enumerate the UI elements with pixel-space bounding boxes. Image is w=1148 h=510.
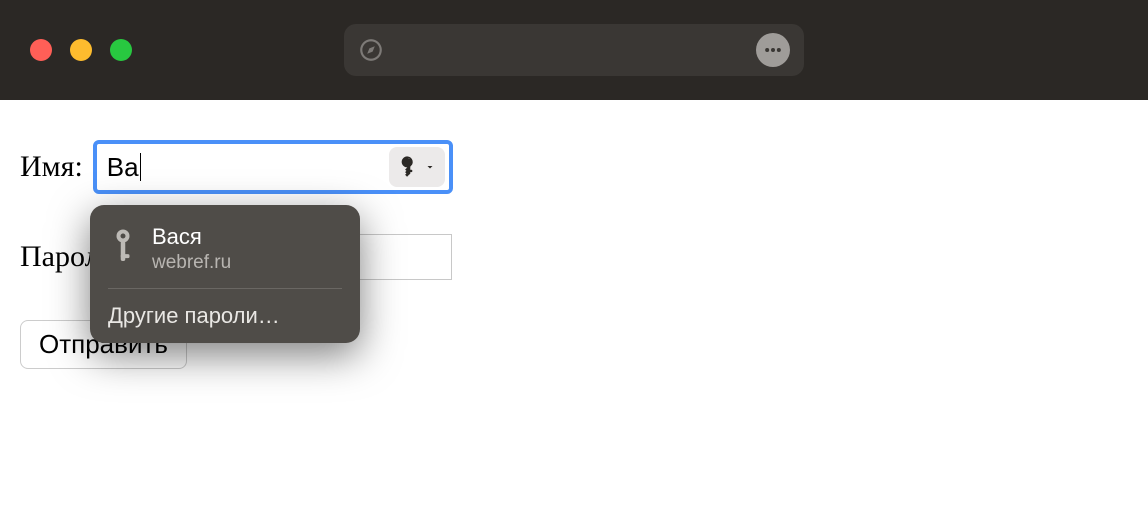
autofill-username: Вася <box>152 223 231 251</box>
popup-divider <box>108 288 342 289</box>
name-input-value: Ва <box>107 152 139 183</box>
autofill-suggestion-text: Вася webref.ru <box>152 223 231 274</box>
page-actions-button[interactable] <box>756 33 790 67</box>
close-window-button[interactable] <box>30 39 52 61</box>
fullscreen-window-button[interactable] <box>110 39 132 61</box>
name-row: Имя: Ва <box>20 140 1128 194</box>
name-label: Имя: <box>20 150 83 184</box>
password-autofill-button[interactable] <box>389 147 445 187</box>
autofill-popup: Вася webref.ru Другие пароли… <box>90 205 360 343</box>
compass-icon <box>358 37 384 63</box>
window-controls <box>30 39 132 61</box>
browser-chrome <box>0 0 1148 100</box>
address-bar[interactable] <box>344 24 804 76</box>
autofill-site: webref.ru <box>152 251 231 275</box>
ellipsis-icon <box>763 40 783 60</box>
name-field-wrapper: Ва <box>93 140 453 194</box>
minimize-window-button[interactable] <box>70 39 92 61</box>
text-caret <box>140 153 141 181</box>
other-passwords-option[interactable]: Другие пароли… <box>90 299 360 329</box>
key-icon <box>398 156 420 178</box>
chevron-down-icon <box>424 161 436 173</box>
key-icon <box>108 227 138 270</box>
autofill-suggestion[interactable]: Вася webref.ru <box>90 217 360 288</box>
